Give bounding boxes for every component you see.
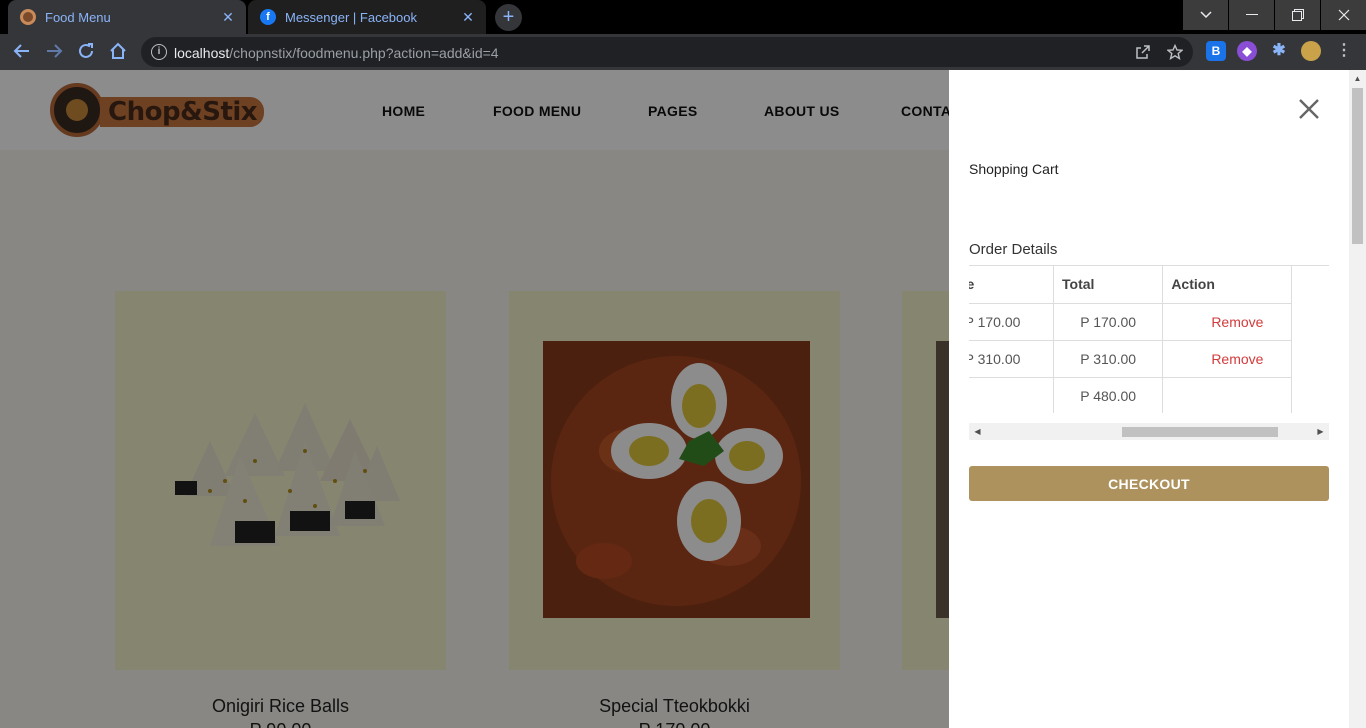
window-close-icon[interactable] [1321,0,1366,30]
browser-tab-strip: Food Menu ✕ f Messenger | Facebook ✕ + [0,0,1366,34]
table-row: P 310.00 P 310.00 Remove [969,340,1292,378]
page-vertical-scrollbar[interactable]: ▲ [1349,70,1366,728]
facebook-icon: f [260,9,276,25]
table-row: P 170.00 P 170.00 Remove [969,303,1292,341]
profile-avatar[interactable] [1301,41,1321,61]
tab-title: Food Menu [45,9,111,25]
close-icon[interactable] [1298,98,1320,120]
home-icon[interactable] [108,42,128,62]
row-price: P 170.00 [969,303,1054,341]
grand-total: P 480.00 [1053,377,1164,413]
order-table: Price Total Action P 170.00 P 170.00 Rem… [969,266,1292,413]
url-host: localhost [174,45,230,61]
row-total: P 310.00 [1053,340,1164,378]
order-details-title: Order Details [969,241,1058,258]
column-header-action: Action [1162,266,1292,304]
address-bar[interactable]: i localhost/chopnstix/foodmenu.php?actio… [141,37,1193,67]
remove-link[interactable]: Remove [1162,340,1292,378]
column-header-total: Total [1053,266,1164,304]
extensions-puzzle-icon[interactable]: ✱ [1269,41,1289,61]
row-price: P 310.00 [969,340,1054,378]
bookmark-star-icon[interactable] [1166,43,1184,64]
order-table-scroll[interactable]: Price Total Action P 170.00 P 170.00 Rem… [969,265,1329,413]
tab-title: Messenger | Facebook [285,9,417,25]
table-total-row: P 480.00 [969,377,1292,413]
scroll-right-arrow-icon[interactable]: ▶ [1312,423,1329,440]
site-info-icon[interactable]: i [151,44,167,60]
minimize-icon[interactable] [1229,0,1274,30]
checkout-button[interactable]: CHECKOUT [969,466,1329,501]
browser-menu-icon[interactable]: ⋮ [1334,41,1354,61]
column-header-price: Price [969,266,1054,304]
remove-link[interactable]: Remove [1162,303,1292,341]
total-price-empty [969,377,1054,413]
extension-icon[interactable]: ◆ [1237,41,1257,61]
tab-search-icon[interactable] [1183,0,1228,30]
tab-messenger[interactable]: f Messenger | Facebook ✕ [248,0,486,34]
row-total: P 170.00 [1053,303,1164,341]
site-favicon-icon [20,9,36,25]
new-tab-button[interactable]: + [495,4,522,31]
browser-toolbar: i localhost/chopnstix/foodmenu.php?actio… [0,34,1366,70]
scroll-left-arrow-icon[interactable]: ◀ [969,423,986,440]
restore-icon[interactable] [1275,0,1320,30]
share-icon[interactable] [1135,44,1151,64]
scrollbar-thumb[interactable] [1352,88,1363,244]
table-horizontal-scrollbar[interactable]: ◀ ▶ [969,423,1329,440]
shopping-cart-panel: Shopping Cart Order Details Price Total … [949,70,1349,728]
url-text[interactable]: localhost/chopnstix/foodmenu.php?action=… [174,45,499,61]
forward-icon[interactable] [44,42,64,62]
tab-close-icon[interactable]: ✕ [460,9,476,26]
scroll-up-arrow-icon[interactable]: ▲ [1349,70,1366,87]
page-viewport: Chop&Stix HOME FOOD MENU PAGES ABOUT US … [0,70,1349,728]
back-icon[interactable] [12,42,32,62]
cart-heading: Shopping Cart [969,161,1059,177]
bitwarden-extension-icon[interactable]: B [1206,41,1226,61]
url-path: /chopnstix/foodmenu.php?action=add&id=4 [229,45,499,61]
reload-icon[interactable] [76,42,96,62]
table-header-row: Price Total Action [969,266,1292,304]
scrollbar-thumb[interactable] [1122,427,1278,437]
tab-close-icon[interactable]: ✕ [220,9,236,26]
total-action-empty [1162,377,1292,413]
tab-food-menu[interactable]: Food Menu ✕ [8,0,246,34]
